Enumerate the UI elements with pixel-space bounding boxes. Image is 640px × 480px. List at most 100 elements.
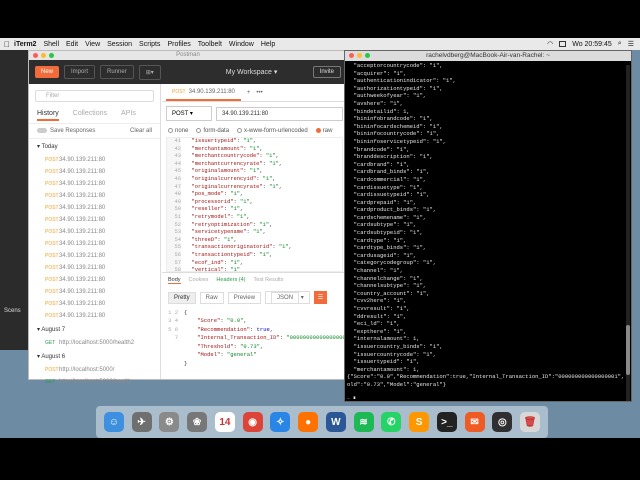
safari-icon[interactable]: ✧ xyxy=(270,412,291,432)
menu-window[interactable]: Window xyxy=(229,41,254,48)
terminal-zoom-icon[interactable] xyxy=(365,53,370,58)
history-item[interactable]: POST 34.90.139.211:80 xyxy=(29,202,160,214)
firefox-icon[interactable]: ● xyxy=(298,412,319,432)
history-item[interactable]: POST 34.90.139.211:80 xyxy=(29,298,160,310)
new-window-button[interactable]: ⊞▾ xyxy=(138,64,161,80)
tab-collections[interactable]: Collections xyxy=(73,110,107,121)
chrome-icon[interactable]: ◉ xyxy=(242,412,263,432)
body-type-urlencoded[interactable]: x-www-form-urlencoded xyxy=(237,128,308,134)
more-tabs-button[interactable]: ••• xyxy=(256,90,262,96)
history-item[interactable]: GET http://localhost:5000/health xyxy=(29,376,160,388)
system-prefs-icon[interactable]: ⚙ xyxy=(159,412,180,432)
save-responses-toggle[interactable]: Save Responses xyxy=(37,128,95,134)
history-item[interactable]: POST 34.90.139.211:80 xyxy=(29,310,160,322)
battery-icon[interactable] xyxy=(559,41,567,47)
history-item[interactable]: POST 34.90.139.211:80 xyxy=(29,250,160,262)
new-button[interactable]: New xyxy=(35,66,60,78)
history-item-url: 34.90.139.211:80 xyxy=(59,157,106,164)
history-item[interactable]: POST http://localhost:5000/ xyxy=(29,364,160,376)
history-item-method: POST xyxy=(45,277,59,284)
terminal-output[interactable]: "acceptorcountrycode": "1", "acquirer": … xyxy=(347,62,625,399)
response-tab-body[interactable]: Body xyxy=(168,277,181,285)
history-item-url: 34.90.139.211:80 xyxy=(59,241,106,248)
request-body-editor[interactable]: 41 42 43 44 45 46 47 48 49 50 51 52 53 5… xyxy=(166,137,343,273)
body-type-none[interactable]: none xyxy=(168,128,188,134)
response-tab-headers[interactable]: Headers (4) xyxy=(216,277,245,284)
menu-session[interactable]: Session xyxy=(107,41,132,48)
response-tab-tests[interactable]: Test Results xyxy=(253,277,283,284)
menu-edit[interactable]: Edit xyxy=(66,41,78,48)
terminal-scrollbar[interactable] xyxy=(626,65,630,401)
calendar-icon[interactable]: 14 xyxy=(214,412,235,432)
editor-code[interactable]: "issuertypeid": "1", "merchantamount": "… xyxy=(185,138,342,271)
obs-icon[interactable]: ◎ xyxy=(492,412,513,432)
terminal-icon[interactable]: >_ xyxy=(436,412,457,432)
postman-icon[interactable]: ✉ xyxy=(464,412,485,432)
invite-button[interactable]: Invite xyxy=(312,66,341,78)
close-window-icon[interactable] xyxy=(33,53,38,58)
history-item-url: 34.90.139.211:80 xyxy=(59,193,106,200)
history-item[interactable]: POST 34.90.139.211:80 xyxy=(29,286,160,298)
wifi-icon[interactable]: ◠ xyxy=(547,40,553,48)
menu-list-icon[interactable]: ☰ xyxy=(628,40,634,48)
history-item[interactable]: POST 34.90.139.211:80 xyxy=(29,274,160,286)
menu-help[interactable]: Help xyxy=(261,41,275,48)
apple-icon[interactable]:  xyxy=(0,40,14,49)
whatsapp-icon[interactable]: ✆ xyxy=(381,412,402,432)
terminal-minimize-icon[interactable] xyxy=(357,53,362,58)
response-json: { "Score": "0.0", "Recommendation": true… xyxy=(184,309,366,367)
history-group-header[interactable]: ▾ August 7 xyxy=(29,322,160,337)
import-button[interactable]: Import xyxy=(64,65,96,79)
sublime-icon[interactable]: S xyxy=(409,412,430,432)
runner-button[interactable]: Runner xyxy=(100,65,134,79)
history-group-header[interactable]: ▾ August 6 xyxy=(29,349,160,364)
history-item[interactable]: POST 34.90.139.211:80 xyxy=(29,190,160,202)
body-type-form-data[interactable]: form-data xyxy=(196,128,229,134)
url-input[interactable]: 34.90.139.211:80 xyxy=(216,106,343,121)
history-item-url: 34.90.139.211:80 xyxy=(59,301,106,308)
filter-input[interactable]: Filter xyxy=(35,90,154,102)
finder-icon[interactable]: ☺ xyxy=(103,412,124,432)
spotify-icon[interactable]: ≋ xyxy=(353,412,374,432)
history-item[interactable]: POST 34.90.139.211:80 xyxy=(29,262,160,274)
menu-app-name[interactable]: iTerm2 xyxy=(14,41,36,48)
view-pretty[interactable]: Pretty xyxy=(168,291,196,304)
tab-apis[interactable]: APIs xyxy=(121,110,136,121)
tab-history[interactable]: History xyxy=(37,110,59,121)
history-item[interactable]: POST 34.90.139.211:80 xyxy=(29,214,160,226)
body-type-raw[interactable]: raw xyxy=(315,128,332,134)
trash-icon[interactable]: 🗑 xyxy=(520,412,541,432)
history-item[interactable]: POST 34.90.139.211:80 xyxy=(29,226,160,238)
request-tab[interactable]: POST 34.90.139.211:80 xyxy=(166,85,241,101)
menu-profiles[interactable]: Profiles xyxy=(167,41,190,48)
terminal-close-icon[interactable] xyxy=(349,53,354,58)
menu-toolbelt[interactable]: Toolbelt xyxy=(198,41,222,48)
method-select[interactable]: POST ▾ xyxy=(166,106,212,121)
zoom-window-icon[interactable] xyxy=(49,53,54,58)
history-item[interactable]: GET http://localhost:5000/health2 xyxy=(29,337,160,349)
history-item-url: 34.90.139.211:80 xyxy=(59,289,106,296)
view-raw[interactable]: Raw xyxy=(199,291,224,304)
history-item[interactable]: POST 34.90.139.211:80 xyxy=(29,166,160,178)
wrap-lines-icon[interactable]: ☰ xyxy=(313,291,328,305)
request-tab-method: POST xyxy=(172,88,186,95)
minimize-window-icon[interactable] xyxy=(41,53,46,58)
format-select[interactable]: JSON ▾ xyxy=(265,291,310,305)
menu-scripts[interactable]: Scripts xyxy=(139,41,160,48)
word-icon[interactable]: W xyxy=(325,412,346,432)
clear-all-button[interactable]: Clear all xyxy=(130,128,152,134)
search-icon[interactable]: ⌕ xyxy=(618,40,622,48)
view-preview[interactable]: Preview xyxy=(227,291,262,304)
add-tab-button[interactable]: + xyxy=(247,90,251,96)
history-group-header[interactable]: ▾ Today xyxy=(29,139,160,154)
launchpad-icon[interactable]: ✈ xyxy=(131,412,152,432)
history-item[interactable]: POST 34.90.139.211:80 xyxy=(29,238,160,250)
menu-view[interactable]: View xyxy=(85,41,100,48)
workspace-selector[interactable]: My Workspace ▾ xyxy=(226,68,278,76)
history-item[interactable]: POST 34.90.139.211:80 xyxy=(29,154,160,166)
photos-icon[interactable]: ❀ xyxy=(187,412,208,432)
response-tab-cookies[interactable]: Cookies xyxy=(189,277,209,284)
history-item[interactable]: POST 34.90.139.211:80 xyxy=(29,178,160,190)
menu-shell[interactable]: Shell xyxy=(43,41,59,48)
clock[interactable]: Wo 20:59:45 xyxy=(572,41,612,48)
